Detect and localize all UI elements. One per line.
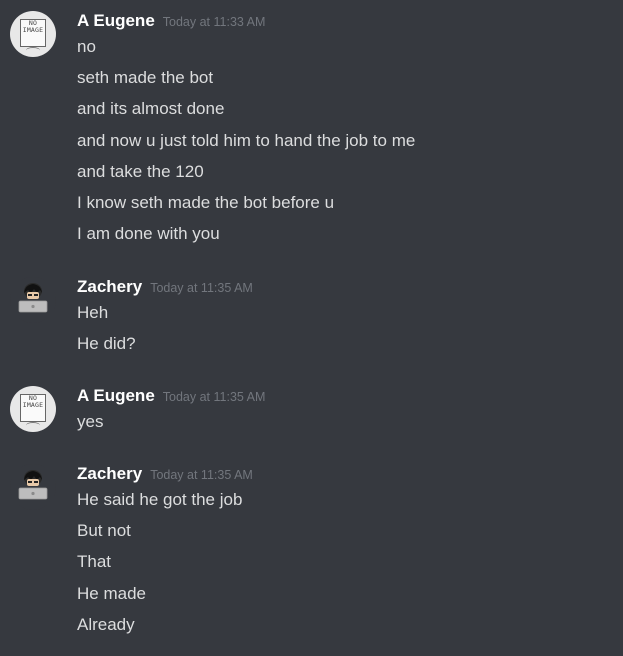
- message-lines: He said he got the job But not That He m…: [77, 484, 617, 640]
- person-with-laptop-icon: [18, 283, 48, 313]
- message-lines: no seth made the bot and its almost done…: [77, 31, 617, 249]
- message-text[interactable]: no: [77, 31, 617, 62]
- message-text[interactable]: Already: [77, 609, 617, 640]
- message-text[interactable]: seth made the bot: [77, 62, 617, 93]
- no-image-avatar[interactable]: NO IMAGE: [10, 386, 56, 432]
- message-text[interactable]: yes: [77, 406, 617, 437]
- username[interactable]: A Eugene: [77, 386, 155, 405]
- chat-message-list: NO IMAGE A Eugene Today at 11:33 AM no se…: [0, 0, 623, 656]
- timestamp[interactable]: Today at 11:35 AM: [163, 390, 266, 404]
- avatar-placeholder-text: NO IMAGE: [10, 20, 56, 34]
- message-header: A Eugene Today at 11:35 AM: [77, 386, 265, 408]
- message-text[interactable]: Heh: [77, 297, 617, 328]
- message-text[interactable]: That: [77, 546, 617, 577]
- message-text[interactable]: He did?: [77, 328, 617, 359]
- message-text[interactable]: I am done with you: [77, 218, 617, 249]
- message-header: Zachery Today at 11:35 AM: [77, 464, 253, 486]
- timestamp[interactable]: Today at 11:35 AM: [150, 468, 253, 482]
- username[interactable]: Zachery: [77, 277, 142, 296]
- avatar-placeholder-line: IMAGE: [22, 26, 44, 34]
- message-lines: Heh He did?: [77, 297, 617, 359]
- message-text[interactable]: and take the 120: [77, 156, 617, 187]
- message-text[interactable]: But not: [77, 515, 617, 546]
- no-image-avatar[interactable]: NO IMAGE: [10, 11, 56, 57]
- timestamp[interactable]: Today at 11:33 AM: [163, 15, 266, 29]
- person-laptop-avatar[interactable]: [10, 277, 56, 323]
- avatar-placeholder-text: NO IMAGE: [10, 395, 56, 409]
- person-laptop-avatar[interactable]: [10, 464, 56, 510]
- sketch-mark-icon: [26, 47, 40, 54]
- username[interactable]: A Eugene: [77, 11, 155, 30]
- message-text[interactable]: and now u just told him to hand the job …: [77, 125, 617, 156]
- avatar-placeholder-line: IMAGE: [22, 401, 44, 409]
- username[interactable]: Zachery: [77, 464, 142, 483]
- message-header: Zachery Today at 11:35 AM: [77, 277, 253, 299]
- message-lines: yes: [77, 406, 617, 437]
- message-text[interactable]: He made: [77, 578, 617, 609]
- sketch-mark-icon: [26, 422, 40, 429]
- message-header: A Eugene Today at 11:33 AM: [77, 11, 265, 33]
- message-text[interactable]: and its almost done: [77, 93, 617, 124]
- message-text[interactable]: I know seth made the bot before u: [77, 187, 617, 218]
- timestamp[interactable]: Today at 11:35 AM: [150, 281, 253, 295]
- message-text[interactable]: He said he got the job: [77, 484, 617, 515]
- person-with-laptop-icon: [18, 470, 48, 500]
